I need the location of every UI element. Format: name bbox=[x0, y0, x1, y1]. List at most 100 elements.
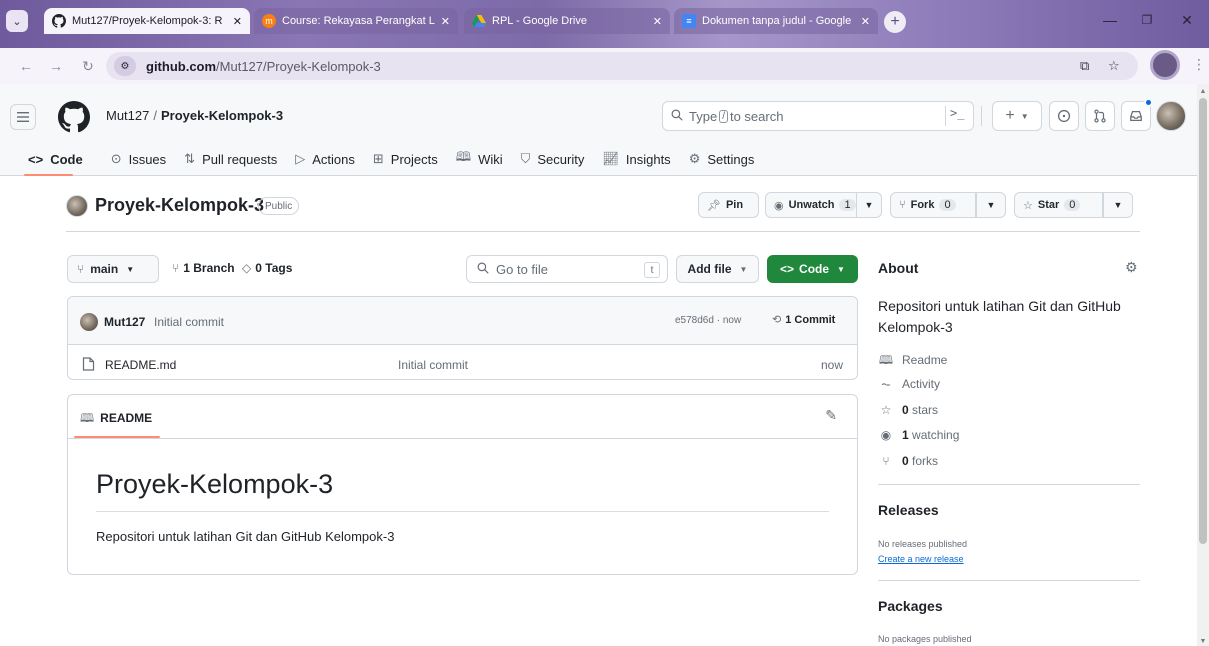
activity-link[interactable]: ⏦ Activity bbox=[878, 377, 940, 392]
tab-issues[interactable]: ⊙ Issues bbox=[103, 142, 174, 176]
restore-icon[interactable]: ❐ bbox=[1130, 8, 1164, 32]
file-table: Mut127 Initial commit e578d6d · now ⟲ 1 C… bbox=[67, 296, 858, 380]
pin-button[interactable]: 📌︎ Pin bbox=[698, 192, 759, 218]
book-icon: 🕮 bbox=[455, 149, 472, 164]
commit-author-avatar[interactable] bbox=[80, 313, 98, 331]
tag-count: 0 bbox=[255, 261, 262, 275]
breadcrumb-owner[interactable]: Mut127 bbox=[106, 108, 149, 123]
hamburger-menu-button[interactable] bbox=[10, 104, 36, 130]
back-arrow-icon[interactable]: ← bbox=[16, 56, 36, 76]
address-bar[interactable]: ⚙ github.com/Mut127/Proyek-Kelompok-3 ⧉ … bbox=[106, 52, 1138, 80]
packages-heading[interactable]: Packages bbox=[878, 598, 943, 614]
star-dropdown[interactable]: ▼ bbox=[1103, 192, 1133, 218]
tab-pull-requests[interactable]: ⇅ Pull requests bbox=[176, 142, 285, 176]
stars-label: stars bbox=[912, 403, 939, 417]
minimize-icon[interactable]: — bbox=[1093, 8, 1127, 32]
bookmark-star-icon[interactable]: ☆ bbox=[1108, 58, 1120, 74]
browser-profile-avatar[interactable] bbox=[1150, 50, 1180, 80]
search-shortcut-key: / bbox=[719, 109, 728, 123]
tab-settings[interactable]: ⚙ Settings bbox=[681, 142, 763, 176]
readme-heading: Proyek-Kelompok-3 bbox=[96, 469, 334, 499]
branches-link[interactable]: ⑂ 1 Branch bbox=[172, 261, 235, 275]
latest-commit-row: Mut127 Initial commit e578d6d · now ⟲ 1 C… bbox=[68, 297, 857, 345]
commit-message[interactable]: Initial commit bbox=[154, 315, 224, 329]
new-tab-button[interactable]: + bbox=[884, 11, 906, 33]
browser-tab-github[interactable]: Mut127/Proyek-Kelompok-3: R ✕ bbox=[44, 8, 250, 34]
close-tab-icon[interactable]: ✕ bbox=[233, 15, 242, 28]
pull-requests-button[interactable] bbox=[1085, 101, 1115, 131]
file-commit-message[interactable]: Initial commit bbox=[398, 358, 468, 372]
browser-tab-docs[interactable]: ≡ Dokumen tanpa judul - Google ✕ bbox=[674, 8, 878, 34]
close-window-icon[interactable]: ✕ bbox=[1170, 8, 1204, 32]
tab-projects[interactable]: ⊞ Projects bbox=[365, 142, 446, 176]
commit-sha-time[interactable]: e578d6d · now bbox=[675, 315, 741, 326]
stars-link[interactable]: ☆ 0 stars bbox=[878, 403, 938, 417]
browser-tab-title: Mut127/Proyek-Kelompok-3: R bbox=[72, 15, 223, 27]
tab-label: Issues bbox=[128, 151, 167, 167]
drive-icon bbox=[472, 14, 486, 28]
about-heading: About bbox=[878, 260, 919, 276]
repo-owner-avatar[interactable] bbox=[66, 195, 88, 217]
tags-link[interactable]: ◇ 0 Tags bbox=[242, 261, 292, 275]
fork-button[interactable]: ⑂ Fork 0 bbox=[890, 192, 976, 218]
commit-author[interactable]: Mut127 bbox=[104, 315, 145, 329]
code-dropdown-button[interactable]: <> Code ▼ bbox=[767, 255, 858, 283]
readme-link[interactable]: 🕮 Readme bbox=[878, 351, 947, 372]
github-logo-icon[interactable] bbox=[58, 101, 90, 133]
scroll-down-arrow-icon[interactable]: ▼ bbox=[1198, 636, 1208, 646]
browser-tab-drive[interactable]: RPL - Google Drive ✕ bbox=[464, 8, 670, 34]
tag-label: Tags bbox=[265, 261, 293, 275]
tab-insights[interactable]: 📈︎ Insights bbox=[594, 142, 678, 176]
create-new-button[interactable]: + ▼ bbox=[992, 101, 1042, 131]
repo-title[interactable]: Proyek-Kelompok-3 bbox=[95, 195, 264, 216]
releases-heading[interactable]: Releases bbox=[878, 502, 939, 518]
forks-link[interactable]: ⑂ 0 forks bbox=[878, 454, 938, 468]
repo-navigation: <> Code ⊙ Issues ⇅ Pull requests ▷ Actio… bbox=[0, 142, 764, 176]
commits-link[interactable]: ⟲ 1 Commit bbox=[772, 313, 835, 326]
gear-icon[interactable]: ⚙ bbox=[1125, 259, 1138, 276]
close-tab-icon[interactable]: ✕ bbox=[653, 15, 662, 28]
issues-button[interactable] bbox=[1049, 101, 1079, 131]
install-app-icon[interactable]: ⧉ bbox=[1080, 58, 1089, 74]
watching-link[interactable]: ◉ 1 watching bbox=[878, 428, 960, 442]
tab-code[interactable]: <> Code bbox=[0, 142, 91, 176]
readme-tab[interactable]: 🕮 README bbox=[80, 409, 152, 430]
global-search-input[interactable]: Type / to search >_ bbox=[662, 101, 974, 131]
code-icon: <> bbox=[28, 151, 44, 167]
add-file-button[interactable]: Add file ▼ bbox=[676, 255, 759, 283]
go-to-file-input[interactable]: Go to file t bbox=[466, 255, 668, 283]
tab-search-chevron-icon[interactable]: ⌄ bbox=[6, 10, 28, 32]
unwatch-dropdown[interactable]: ▼ bbox=[856, 192, 882, 218]
tab-security[interactable]: ⛉ Security bbox=[513, 142, 593, 176]
file-name[interactable]: README.md bbox=[105, 358, 176, 372]
browser-menu-icon[interactable]: ⋮ bbox=[1192, 56, 1206, 73]
site-settings-icon[interactable]: ⚙ bbox=[114, 56, 136, 76]
branch-select-button[interactable]: ⑂ main ▼ bbox=[67, 255, 159, 283]
add-file-label: Add file bbox=[687, 262, 732, 276]
branch-icon: ⑂ bbox=[172, 261, 180, 275]
close-tab-icon[interactable]: ✕ bbox=[441, 15, 450, 28]
go-to-file-shortcut: t bbox=[644, 262, 660, 278]
eye-icon: ◉ bbox=[774, 199, 784, 212]
tab-label: Projects bbox=[390, 151, 438, 167]
releases-empty-text: No releases published bbox=[878, 539, 968, 549]
close-tab-icon[interactable]: ✕ bbox=[861, 15, 870, 28]
user-avatar[interactable] bbox=[1156, 101, 1186, 131]
code-icon: <> bbox=[780, 262, 795, 276]
issue-icon bbox=[1057, 109, 1071, 123]
edit-pencil-icon[interactable]: ✎ bbox=[825, 407, 837, 424]
fork-icon: ⑂ bbox=[882, 454, 890, 468]
scrollbar-thumb[interactable] bbox=[1199, 98, 1207, 544]
fork-dropdown[interactable]: ▼ bbox=[976, 192, 1006, 218]
reload-icon[interactable]: ↻ bbox=[78, 56, 98, 76]
forward-arrow-icon[interactable]: → bbox=[46, 56, 66, 76]
browser-tab-course[interactable]: m Course: Rekayasa Perangkat Lun ✕ bbox=[254, 8, 458, 34]
star-button[interactable]: ☆ Star 0 bbox=[1014, 192, 1103, 218]
tab-actions[interactable]: ▷ Actions bbox=[287, 142, 363, 176]
scroll-up-arrow-icon[interactable]: ▲ bbox=[1198, 86, 1208, 96]
command-palette-icon[interactable]: >_ bbox=[945, 106, 965, 126]
unwatch-button[interactable]: ◉ Unwatch 1 bbox=[765, 192, 861, 218]
tab-wiki[interactable]: 🕮 Wiki bbox=[448, 142, 511, 176]
create-release-link[interactable]: Create a new release bbox=[878, 554, 964, 564]
breadcrumb-repo[interactable]: Proyek-Kelompok-3 bbox=[161, 108, 283, 123]
